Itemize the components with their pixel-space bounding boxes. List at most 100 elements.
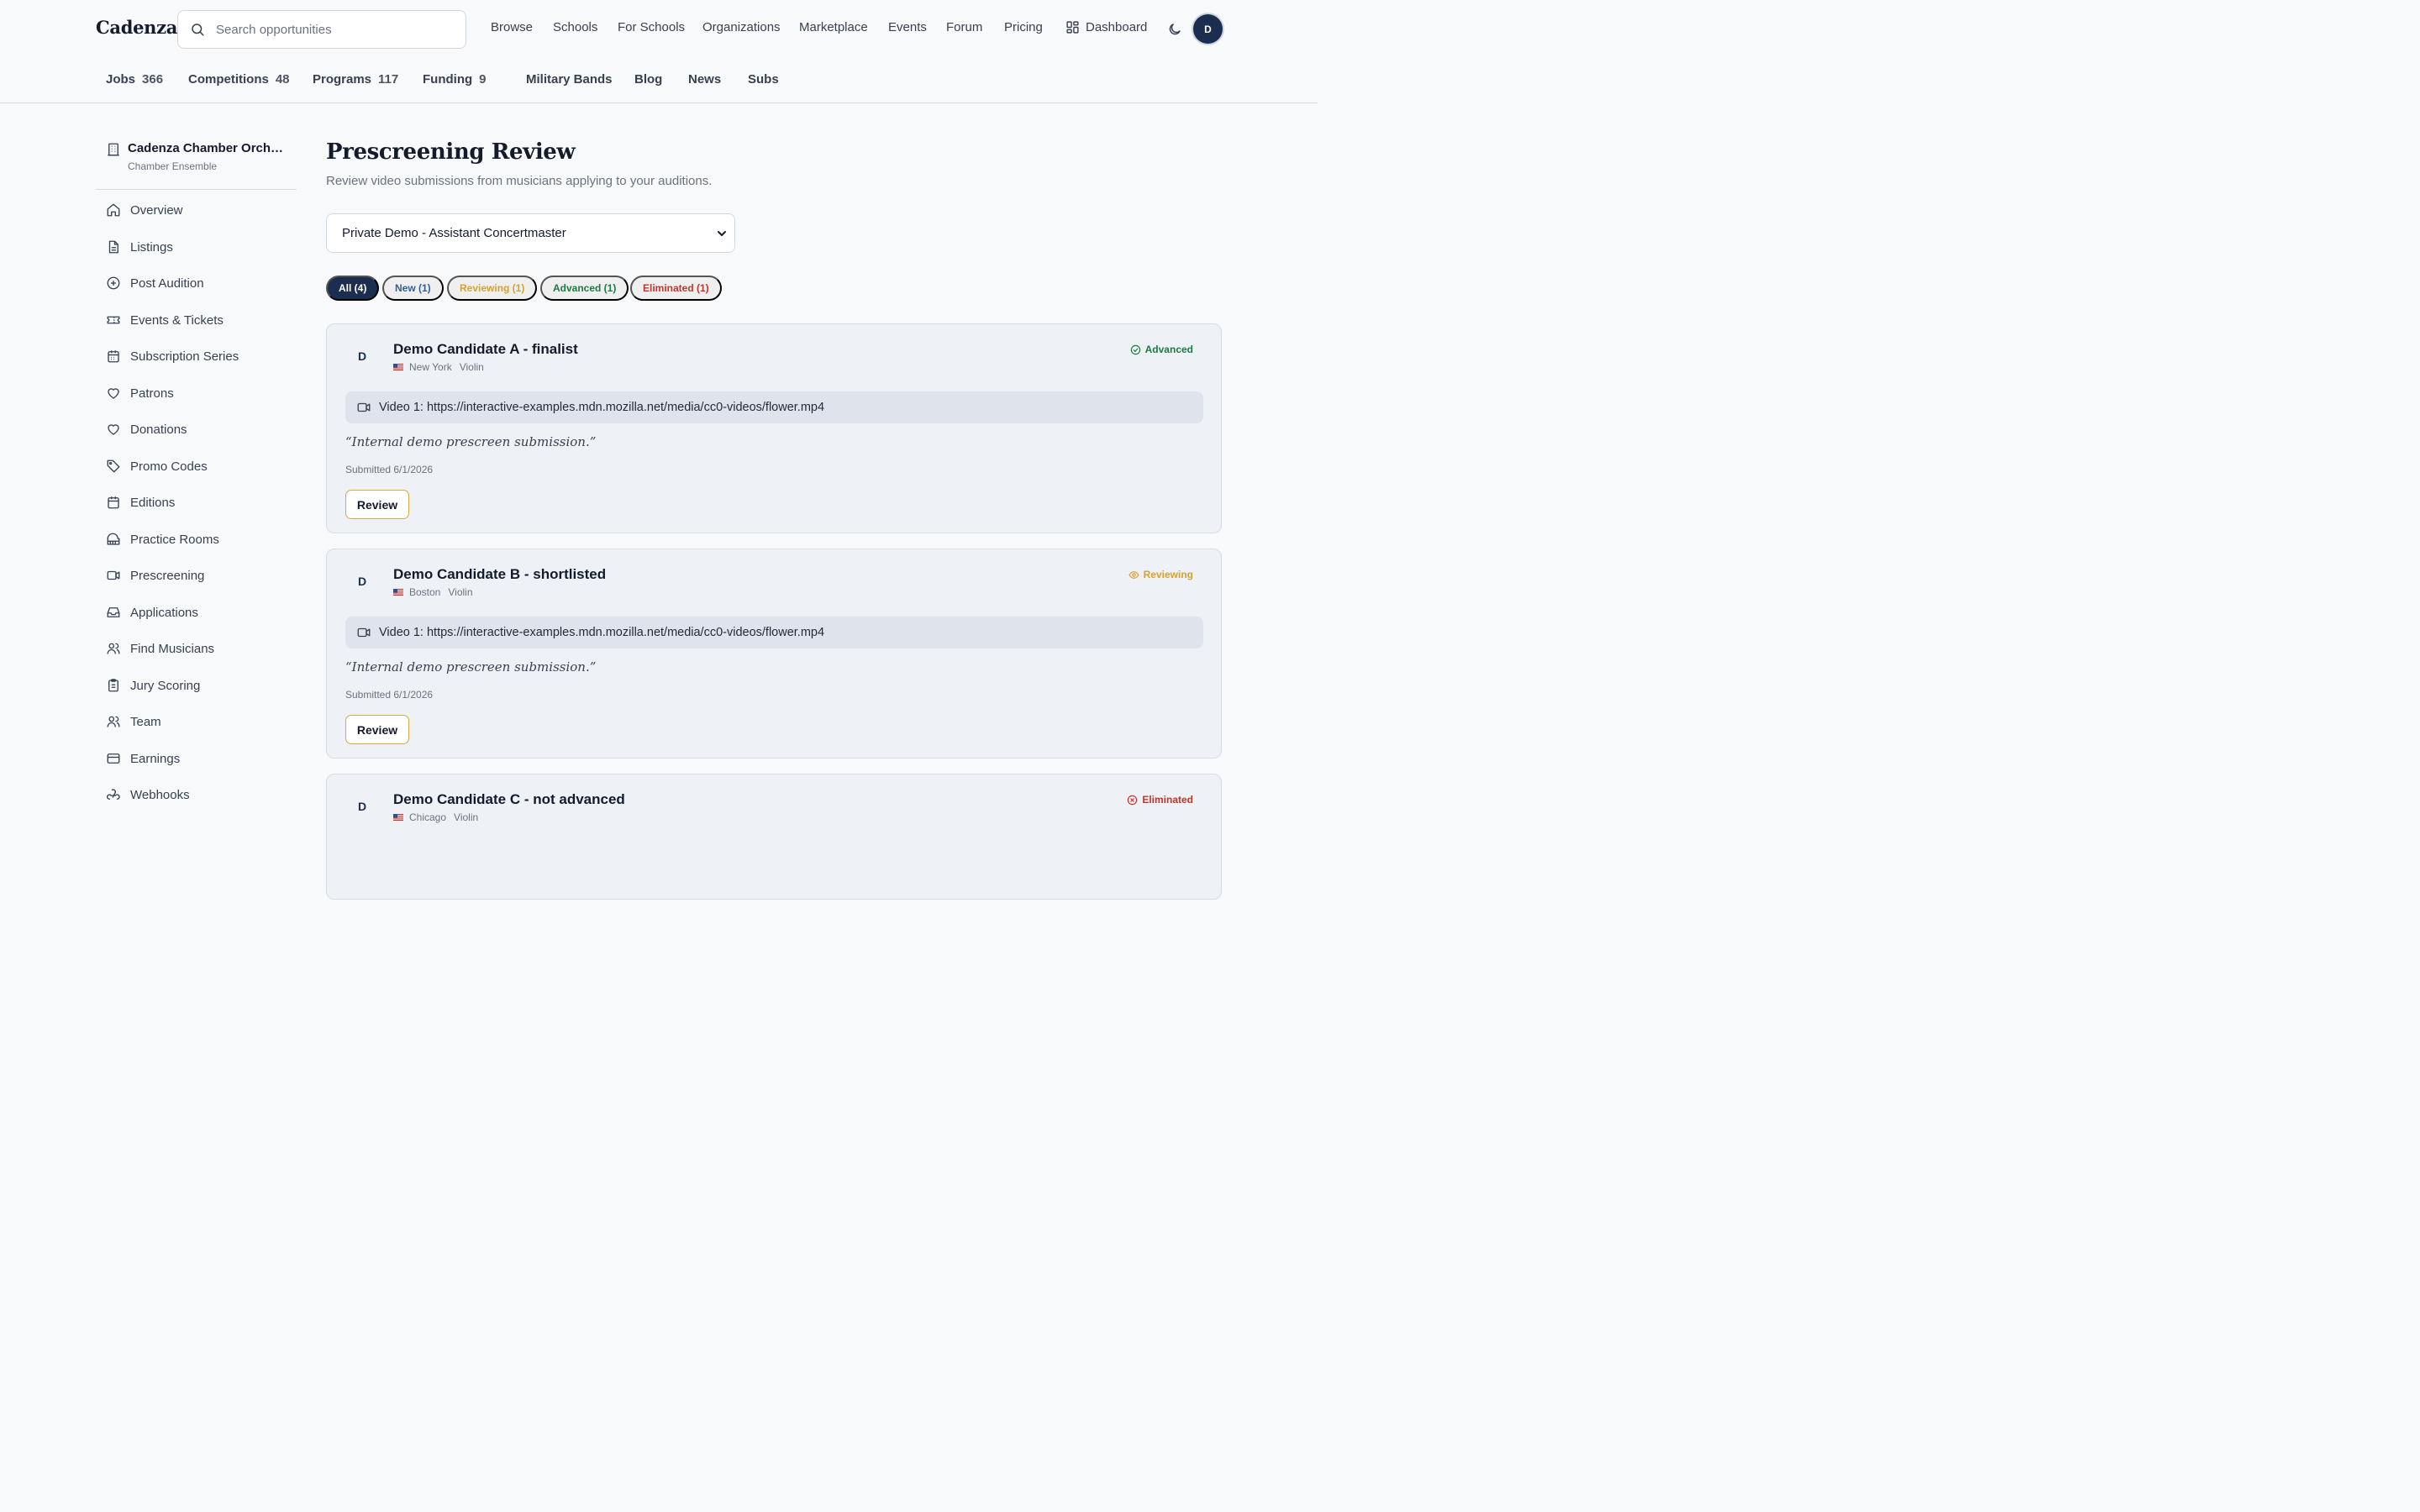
video-link-label: Video 1: https://interactive-examples.md…: [379, 401, 825, 414]
sidebar-item-find-musicians[interactable]: Find Musicians: [106, 640, 214, 657]
filter-new[interactable]: New (1): [382, 276, 444, 301]
site-logo[interactable]: Cadenza: [96, 17, 177, 38]
tag-icon: [106, 459, 130, 474]
candidate-name: Demo Candidate C - not advanced: [393, 791, 625, 807]
nav-dashboard[interactable]: Dashboard: [1065, 20, 1147, 34]
filter-eliminated[interactable]: Eliminated (1): [630, 276, 722, 301]
sidebar-item-promo-codes[interactable]: Promo Codes: [106, 458, 208, 475]
nav-browse[interactable]: Browse: [491, 20, 533, 34]
submission-card: D Demo Candidate B - shortlisted Boston …: [326, 549, 1222, 759]
chevron-down-icon: [717, 228, 727, 239]
audition-select[interactable]: Private Demo - Assistant Concertmaster: [326, 213, 735, 253]
sidebar-item-patrons[interactable]: Patrons: [106, 385, 174, 402]
subnav-news[interactable]: News: [688, 72, 721, 87]
sidebar-item-earnings[interactable]: Earnings: [106, 750, 180, 767]
sidebar-item-editions[interactable]: Editions: [106, 494, 175, 511]
subnav-funding[interactable]: Funding 9: [423, 72, 487, 87]
subnav-jobs-label: Jobs: [106, 72, 136, 87]
video-link-label: Video 1: https://interactive-examples.md…: [379, 626, 825, 639]
status-badge-label: Eliminated: [1142, 794, 1193, 806]
nav-pricing[interactable]: Pricing: [1004, 20, 1043, 34]
nav-forum[interactable]: Forum: [946, 20, 982, 34]
sidebar-item-listings[interactable]: Listings: [106, 239, 173, 255]
filter-reviewing[interactable]: Reviewing (1): [447, 276, 538, 301]
subnav-blog[interactable]: Blog: [634, 72, 662, 87]
status-badge-label: Advanced: [1144, 344, 1193, 355]
status-badge: Advanced: [1130, 344, 1193, 355]
sidebar-item-donations[interactable]: Donations: [106, 421, 187, 438]
sidebar-item-applications[interactable]: Applications: [106, 604, 198, 621]
candidate-avatar: D: [358, 575, 367, 588]
video-link[interactable]: Video 1: https://interactive-examples.md…: [345, 391, 1203, 423]
sidebar-item-team[interactable]: Team: [106, 713, 161, 730]
search-input[interactable]: [216, 22, 443, 37]
building-icon: [106, 142, 121, 157]
sidebar-item-label: Post Audition: [130, 276, 204, 291]
submitted-date: Submitted 6/1/2026: [345, 689, 434, 701]
subnav-funding-count: 9: [479, 72, 487, 87]
us-flag-icon: [393, 364, 403, 370]
sidebar-item-label: Applications: [130, 605, 198, 620]
review-button[interactable]: Review: [345, 490, 409, 519]
nav-events[interactable]: Events: [888, 20, 927, 34]
sidebar-item-label: Webhooks: [130, 787, 190, 802]
status-badge: Reviewing: [1128, 569, 1193, 580]
video-link[interactable]: Video 1: https://interactive-examples.md…: [345, 617, 1203, 648]
sidebar-divider: [96, 189, 297, 190]
submission-note: “Internal demo prescreen submission.”: [345, 659, 597, 675]
sidebar-item-label: Donations: [130, 422, 187, 437]
sidebar-item-label: Jury Scoring: [130, 678, 201, 693]
review-button[interactable]: Review: [345, 715, 409, 744]
subnav-jobs[interactable]: Jobs 366: [106, 72, 163, 87]
sidebar-item-subscription-series[interactable]: Subscription Series: [106, 348, 239, 365]
sidebar-item-jury-scoring[interactable]: Jury Scoring: [106, 677, 200, 694]
us-flag-icon: [393, 589, 403, 596]
sidebar-item-events-tickets[interactable]: Events & Tickets: [106, 312, 224, 328]
sidebar-item-label: Prescreening: [130, 568, 205, 583]
sidebar-item-post-audition[interactable]: Post Audition: [106, 275, 204, 291]
home-icon: [106, 202, 130, 218]
inbox-icon: [106, 605, 130, 620]
sidebar-item-label: Overview: [130, 202, 183, 218]
subnav-programs[interactable]: Programs 117: [313, 72, 398, 87]
document-icon: [106, 239, 130, 255]
org-type: Chamber Ensemble: [128, 160, 218, 172]
subnav-subs[interactable]: Subs: [748, 72, 779, 87]
sidebar-item-prescreening[interactable]: Prescreening: [106, 567, 204, 584]
sidebar-item-practice-rooms[interactable]: Practice Rooms: [106, 531, 219, 548]
sidebar-item-label: Patrons: [130, 386, 174, 401]
search-bar[interactable]: [177, 10, 466, 49]
dark-mode-toggle-icon[interactable]: [1167, 22, 1182, 37]
filter-all[interactable]: All (4): [326, 276, 380, 301]
sidebar-item-overview[interactable]: Overview: [106, 202, 183, 218]
subnav-competitions[interactable]: Competitions 48: [188, 72, 290, 87]
clipboard-icon: [106, 678, 130, 693]
status-badge: Eliminated: [1127, 794, 1193, 806]
sidebar-item-label: Practice Rooms: [130, 532, 219, 547]
subnav-funding-label: Funding: [423, 72, 473, 87]
video-icon: [356, 400, 379, 415]
sidebar-item-label: Editions: [130, 495, 176, 510]
check-circle-icon: [1130, 344, 1145, 355]
subnav-competitions-label: Competitions: [188, 72, 269, 87]
page-subtitle: Review video submissions from musicians …: [326, 174, 713, 188]
nav-organizations[interactable]: Organizations: [702, 20, 781, 34]
audition-select-value: Private Demo - Assistant Concertmaster: [342, 226, 566, 240]
sidebar-item-label: Listings: [130, 239, 173, 255]
candidate-instrument: Violin: [459, 361, 484, 373]
candidate-meta: Chicago Violin: [393, 811, 478, 823]
filter-advanced[interactable]: Advanced (1): [540, 276, 629, 301]
nav-schools[interactable]: Schools: [553, 20, 597, 34]
sidebar-item-label: Team: [130, 714, 161, 729]
submitted-date: Submitted 6/1/2026: [345, 464, 434, 475]
ticket-icon: [106, 312, 130, 328]
us-flag-icon: [393, 814, 403, 821]
user-avatar[interactable]: D: [1193, 14, 1223, 44]
subnav-military-bands[interactable]: Military Bands: [526, 72, 613, 87]
candidate-avatar: D: [358, 349, 367, 363]
subnav-jobs-count: 366: [142, 72, 164, 87]
nav-marketplace[interactable]: Marketplace: [799, 20, 868, 34]
sidebar-item-webhooks[interactable]: Webhooks: [106, 786, 190, 803]
nav-for-schools[interactable]: For Schools: [618, 20, 685, 34]
sidebar-item-label: Find Musicians: [130, 641, 215, 656]
